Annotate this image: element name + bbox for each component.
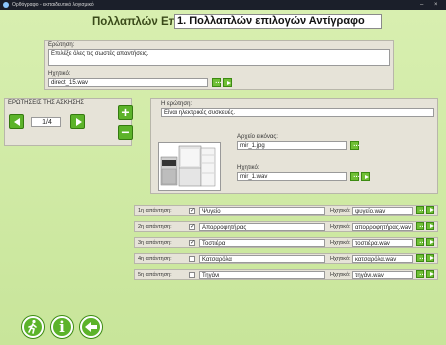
instruction-panel: Ερώτηση: Επιλέξε όλες τις σωστές απαντήσ…	[44, 40, 394, 90]
answer-text-field[interactable]: Ψυγείο	[199, 207, 325, 215]
browse-icon: …	[353, 172, 360, 179]
answer-sound-label: Ηχητικό:	[330, 208, 351, 214]
app-icon	[3, 2, 9, 8]
fridge-picture	[160, 145, 216, 187]
question-label: Η ερώτηση:	[161, 101, 193, 107]
browse-icon: …	[419, 270, 426, 277]
question-sound-label: Ηχητικό:	[237, 165, 260, 171]
answer-sound-label: Ηχητικό:	[330, 224, 351, 230]
answer-correct-checkbox[interactable]: ✓	[189, 224, 195, 230]
answer-row-5: 5η απάντηση: Τηγάνι Ηχητικό: τηγάνι.wav …	[134, 269, 438, 280]
answer-sound-field[interactable]: τοστιέρα.wav	[352, 239, 413, 247]
browse-icon: …	[215, 78, 222, 85]
questions-nav-panel: ΕΡΩΤΗΣΕΙΣ ΤΗΣ ΑΣΚΗΣΗΣ 1/4 + −	[4, 98, 133, 146]
back-icon	[85, 322, 97, 332]
browse-icon: …	[419, 206, 426, 213]
browse-icon: …	[419, 254, 426, 261]
answer-text-field[interactable]: Κατσαρόλα	[199, 255, 325, 263]
exercise-name-input[interactable]: 1. Πολλαπλών επιλογών Αντίγραφο	[174, 14, 382, 29]
answer-label: 2η απάντηση:	[138, 224, 172, 230]
answer-sound-field[interactable]: κατσαρόλα.wav	[352, 255, 413, 263]
minimize-icon[interactable]: –	[420, 0, 423, 10]
answer-text-field[interactable]: Τηγάνι	[199, 271, 325, 279]
answer-row-2: 2η απάντηση: ✓ Απορροφητήρας Ηχητικό: απ…	[134, 221, 438, 232]
question-image	[158, 142, 221, 191]
question-sound-field[interactable]: mir_1.wav	[237, 172, 347, 181]
answer-correct-checkbox[interactable]	[189, 256, 195, 262]
answer-sound-field[interactable]: τηγάνι.wav	[352, 271, 413, 279]
instruction-sound-play-button[interactable]	[223, 78, 232, 87]
minus-icon: −	[121, 124, 130, 140]
browse-icon: …	[419, 222, 426, 229]
answer-sound-browse-button[interactable]: …	[416, 206, 426, 214]
image-browse-button[interactable]: …	[350, 141, 360, 150]
answer-sound-browse-button[interactable]: …	[416, 222, 426, 230]
instruction-label: Ερώτηση:	[48, 42, 75, 48]
back-button[interactable]	[80, 316, 102, 338]
question-sound-browse-button[interactable]: …	[350, 172, 360, 181]
questions-nav-label: ΕΡΩΤΗΣΕΙΣ ΤΗΣ ΑΣΚΗΣΗΣ	[8, 100, 84, 106]
answer-label: 4η απάντηση:	[138, 256, 172, 262]
close-icon[interactable]: ×	[434, 0, 438, 10]
answer-sound-play-button[interactable]	[426, 254, 434, 262]
answer-sound-browse-button[interactable]: …	[416, 270, 426, 278]
image-file-field[interactable]: mir_1.jpg	[237, 141, 347, 150]
answer-sound-play-button[interactable]	[426, 270, 434, 278]
info-button[interactable]: i	[51, 316, 73, 338]
instruction-text-field[interactable]: Επιλέξε όλες τις σωστές απαντήσεις.	[48, 49, 390, 66]
browse-icon: …	[419, 238, 426, 245]
window-titlebar: Ορθόγραφο - εκπαιδευτικό λογισμικό – ×	[0, 0, 446, 10]
answer-sound-play-button[interactable]	[426, 222, 434, 230]
next-question-button[interactable]	[70, 114, 85, 129]
answer-correct-checkbox[interactable]: ✓	[189, 208, 195, 214]
answer-text-field[interactable]: Τοστιέρα	[199, 239, 325, 247]
add-question-button[interactable]: +	[118, 105, 133, 120]
answer-label: 5η απάντηση:	[138, 272, 172, 278]
answer-sound-play-button[interactable]	[426, 206, 434, 214]
info-icon: i	[59, 318, 65, 336]
exit-icon	[28, 319, 37, 334]
prev-question-button[interactable]	[9, 114, 24, 129]
answer-sound-field[interactable]: απορροφητήρας.wav	[352, 223, 413, 231]
answer-text-field[interactable]: Απορροφητήρας	[199, 223, 325, 231]
answer-sound-play-button[interactable]	[426, 238, 434, 246]
answer-label: 1η απάντηση:	[138, 208, 172, 214]
answer-row-4: 4η απάντηση: Κατσαρόλα Ηχητικό: κατσαρόλ…	[134, 253, 438, 264]
browse-icon: …	[353, 141, 360, 148]
answer-sound-browse-button[interactable]: …	[416, 254, 426, 262]
answer-sound-label: Ηχητικό:	[330, 240, 351, 246]
answer-sound-field[interactable]: ψυγείο.wav	[352, 207, 413, 215]
answer-sound-browse-button[interactable]: …	[416, 238, 426, 246]
exit-button[interactable]	[22, 316, 44, 338]
answer-sound-label: Ηχητικό:	[330, 272, 351, 278]
instruction-sound-field[interactable]: direct_15.wav	[48, 78, 208, 87]
instruction-sound-label: Ηχητικό:	[48, 71, 71, 77]
question-sound-play-button[interactable]	[361, 172, 370, 181]
answer-row-3: 3η απάντηση: ✓ Τοστιέρα Ηχητικό: τοστιέρ…	[134, 237, 438, 248]
answer-sound-label: Ηχητικό:	[330, 256, 351, 262]
answer-label: 3η απάντηση:	[138, 240, 172, 246]
question-counter: 1/4	[31, 117, 61, 127]
image-file-label: Αρχείο εικόνας:	[237, 134, 278, 140]
answer-correct-checkbox[interactable]: ✓	[189, 240, 195, 246]
plus-icon: +	[121, 104, 130, 120]
window-title: Ορθόγραφο - εκπαιδευτικό λογισμικό	[12, 2, 94, 8]
answer-row-1: 1η απάντηση: ✓ Ψυγείο Ηχητικό: ψυγείο.wa…	[134, 205, 438, 216]
remove-question-button[interactable]: −	[118, 125, 133, 140]
question-text-field[interactable]: Είναι ηλεκτρικές συσκευές.	[161, 108, 434, 117]
answer-correct-checkbox[interactable]	[189, 272, 195, 278]
instruction-sound-browse-button[interactable]: …	[212, 78, 222, 87]
